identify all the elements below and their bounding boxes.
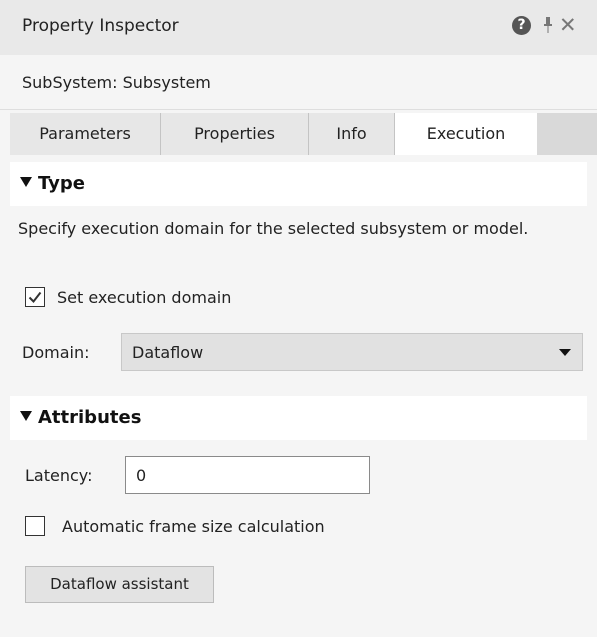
title-bar: Property Inspector ? ✕ (0, 0, 597, 55)
domain-label: Domain: (22, 343, 90, 362)
block-path-text: SubSystem: Subsystem (22, 73, 211, 92)
set-execution-domain-checkbox[interactable] (25, 287, 45, 307)
automatic-frame-size-checkbox[interactable] (25, 516, 45, 536)
dataflow-assistant-button[interactable]: Dataflow assistant (25, 566, 214, 603)
type-section-title: Type (38, 173, 85, 194)
tab-parameters[interactable]: Parameters (10, 113, 161, 155)
chevron-down-icon (559, 349, 571, 356)
property-inspector-panel: Property Inspector ? ✕ SubSystem: Subsys… (0, 0, 597, 637)
attributes-section-header[interactable]: Attributes (10, 396, 587, 440)
tab-execution[interactable]: Execution (395, 113, 537, 155)
domain-dropdown[interactable]: Dataflow (121, 333, 583, 371)
collapse-triangle-icon (20, 411, 32, 421)
window-title: Property Inspector (22, 16, 179, 36)
tab-bar: Parameters Properties Info Execution (10, 113, 597, 155)
pin-icon[interactable] (543, 15, 553, 35)
block-path-header: SubSystem: Subsystem (0, 55, 597, 110)
latency-input[interactable] (125, 456, 370, 494)
type-section-header[interactable]: Type (10, 162, 587, 206)
title-bar-icons: ? ✕ (512, 15, 577, 36)
collapse-triangle-icon (20, 177, 32, 187)
help-icon[interactable]: ? (512, 15, 531, 35)
set-execution-domain-label: Set execution domain (57, 288, 232, 307)
latency-label: Latency: (25, 466, 93, 485)
domain-selected-value: Dataflow (132, 343, 204, 362)
tab-properties[interactable]: Properties (161, 113, 309, 155)
attributes-section-title: Attributes (38, 407, 142, 428)
tab-info[interactable]: Info (309, 113, 395, 155)
checkmark-icon (28, 291, 42, 304)
automatic-frame-size-label: Automatic frame size calculation (62, 517, 325, 536)
type-description: Specify execution domain for the selecte… (18, 219, 529, 238)
close-icon[interactable]: ✕ (559, 15, 577, 36)
